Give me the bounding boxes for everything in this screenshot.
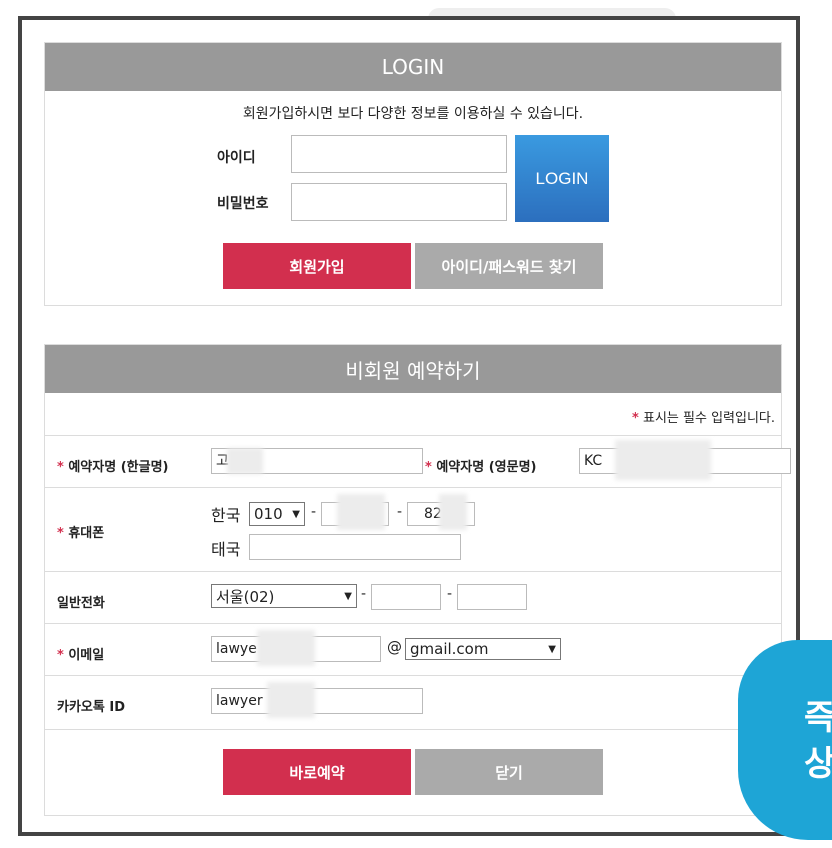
- divider: [45, 729, 781, 730]
- login-notice: 회원가입하시면 보다 다양한 정보를 이용하실 수 있습니다.: [242, 106, 584, 122]
- mobile-label: * 휴대폰: [57, 526, 105, 541]
- email-label: * 이메일: [57, 648, 105, 663]
- chevron-down-icon: ▼: [292, 508, 300, 520]
- find-account-button[interactable]: 아이디/패스워드 찾기: [415, 243, 603, 289]
- password-input[interactable]: [291, 183, 507, 221]
- pw-label: 비밀번호: [217, 196, 269, 212]
- redaction-blur: [227, 448, 263, 474]
- phone-label: 일반전화: [57, 596, 105, 611]
- dash: -: [311, 504, 317, 520]
- chevron-down-icon: ▼: [548, 643, 556, 655]
- phone-row: 일반전화 서울(02) ▼ - -: [45, 571, 781, 624]
- kakao-row: 카카오톡 ID lawyer: [45, 675, 781, 730]
- redaction-blur: [337, 494, 385, 530]
- dash: -: [447, 586, 453, 602]
- close-button[interactable]: 닫기: [415, 749, 603, 795]
- name-kr-label: * 예약자명 (한글명): [57, 460, 169, 475]
- badge-text-line2: 상: [804, 744, 832, 784]
- name-en-label: * 예약자명 (영문명): [425, 460, 537, 475]
- mobile-prefix-select[interactable]: 010 ▼: [249, 502, 305, 526]
- thai-phone-input[interactable]: [249, 534, 461, 560]
- redaction-blur: [267, 682, 315, 718]
- kakao-label: 카카오톡 ID: [57, 700, 125, 715]
- reservation-popup: LOGIN 회원가입하시면 보다 다양한 정보를 이용하실 수 있습니다. 아이…: [18, 16, 800, 836]
- mobile-row: * 휴대폰 한국 010 ▼ - - 82 태국: [45, 487, 781, 572]
- chevron-down-icon: ▼: [344, 590, 352, 602]
- required-note: * 표시는 필수 입력입니다.: [632, 407, 775, 426]
- signup-button[interactable]: 회원가입: [223, 243, 411, 289]
- id-label: 아이디: [217, 150, 256, 166]
- badge-text-line1: 즉: [804, 698, 832, 738]
- phone-last-input[interactable]: [457, 584, 527, 610]
- floating-consult-badge[interactable]: 즉 상: [738, 640, 832, 840]
- required-note-text: 표시는 필수 입력입니다.: [643, 411, 775, 426]
- korea-label: 한국: [211, 506, 241, 525]
- reservation-header: 비회원 예약하기: [45, 345, 781, 393]
- email-row: * 이메일 lawye @ gmail.com ▼: [45, 623, 781, 676]
- redaction-blur: [615, 440, 711, 480]
- login-header: LOGIN: [45, 43, 781, 91]
- phone-middle-input[interactable]: [371, 584, 441, 610]
- kakao-input[interactable]: lawyer: [211, 688, 423, 714]
- at-sign: @: [387, 638, 402, 656]
- name-row: * 예약자명 (한글명) 고 * 예약자명 (영문명) KC: [45, 435, 791, 488]
- thai-label: 태국: [211, 540, 241, 559]
- redaction-blur: [439, 494, 467, 530]
- login-panel: LOGIN 회원가입하시면 보다 다양한 정보를 이용하실 수 있습니다. 아이…: [44, 42, 782, 306]
- dash: -: [397, 504, 403, 520]
- reserve-button[interactable]: 바로예약: [223, 749, 411, 795]
- login-button[interactable]: LOGIN: [515, 135, 609, 222]
- redaction-blur: [257, 630, 315, 666]
- reservation-panel: 비회원 예약하기 * 표시는 필수 입력입니다. * 예약자명 (한글명) 고 …: [44, 344, 791, 816]
- email-domain-select[interactable]: gmail.com ▼: [405, 638, 561, 660]
- dash: -: [361, 586, 367, 602]
- phone-area-select[interactable]: 서울(02) ▼: [211, 584, 357, 608]
- required-mark: *: [632, 411, 639, 426]
- id-input[interactable]: [291, 135, 507, 173]
